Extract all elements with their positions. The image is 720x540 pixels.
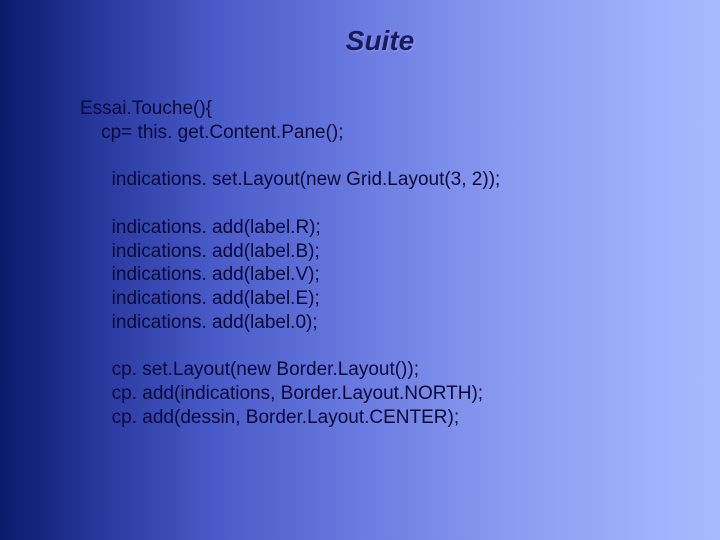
code-block: Essai.Touche(){ cp= this. get.Content.Pa… — [80, 97, 680, 430]
code-line: cp. add(dessin, Border.Layout.CENTER); — [80, 407, 459, 428]
code-line: indications. set.Layout(new Grid.Layout(… — [80, 169, 500, 190]
code-line: indications. add(label.B); — [80, 241, 320, 262]
code-line: Essai.Touche(){ — [80, 98, 212, 119]
code-line: cp= this. get.Content.Pane(); — [80, 122, 344, 143]
code-line: indications. add(label.E); — [80, 288, 320, 309]
code-line: indications. add(label.0); — [80, 312, 318, 333]
code-line: cp. add(indications, Border.Layout.NORTH… — [80, 383, 483, 404]
slide-title: Suite — [80, 25, 680, 57]
code-line: indications. add(label.V); — [80, 264, 320, 285]
code-line: cp. set.Layout(new Border.Layout()); — [80, 359, 419, 380]
code-line: indications. add(label.R); — [80, 217, 321, 238]
slide: Suite Essai.Touche(){ cp= this. get.Cont… — [0, 0, 720, 540]
